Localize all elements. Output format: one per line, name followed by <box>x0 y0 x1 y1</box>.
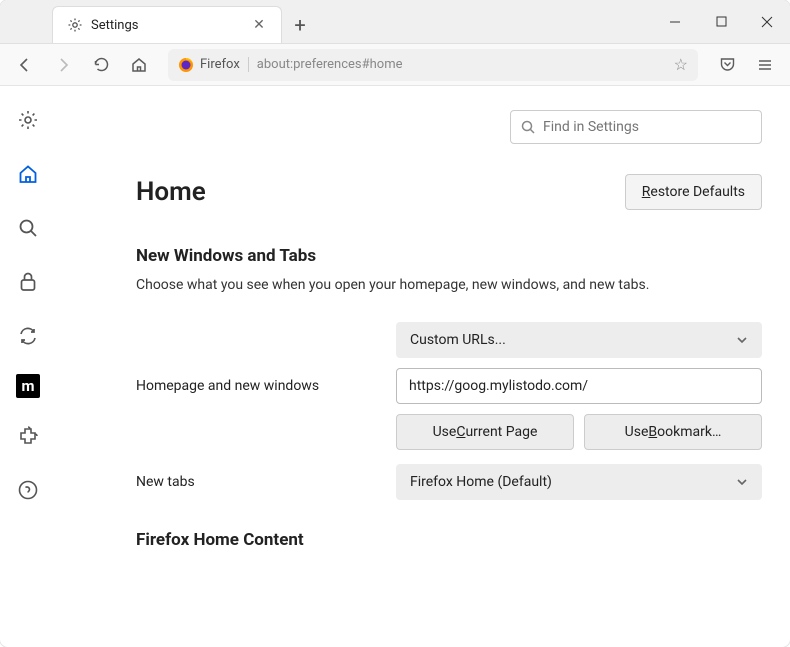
firefox-icon <box>178 57 194 73</box>
browser-tab-settings[interactable]: Settings ✕ <box>52 6 282 43</box>
close-button[interactable] <box>744 3 790 41</box>
sidebar-item-sync[interactable] <box>12 320 44 352</box>
newtabs-label: New tabs <box>136 474 376 490</box>
homepage-mode-value: Custom URLs... <box>410 332 506 348</box>
settings-sidebar: m <box>0 86 56 647</box>
settings-main: Home Restore Defaults New Windows and Ta… <box>56 86 790 647</box>
sidebar-item-general[interactable] <box>12 104 44 136</box>
page-title: Home <box>136 177 206 207</box>
restore-defaults-button[interactable]: Restore Defaults <box>625 174 762 210</box>
settings-search[interactable] <box>510 110 762 144</box>
content-area: m Home Restore Defaults New Windows and … <box>0 86 790 647</box>
close-icon[interactable]: ✕ <box>251 17 267 33</box>
homepage-label: Homepage and new windows <box>136 378 376 394</box>
url-bar[interactable]: Firefox about:preferences#home ☆ <box>168 49 698 81</box>
toolbar: Firefox about:preferences#home ☆ <box>0 44 790 86</box>
maximize-button[interactable] <box>698 3 744 41</box>
newtabs-select[interactable]: Firefox Home (Default) <box>396 464 762 500</box>
browser-window: Settings ✕ + Firefox about:preferences#h… <box>0 0 790 647</box>
forward-button[interactable] <box>46 48 80 82</box>
back-button[interactable] <box>8 48 42 82</box>
sidebar-item-extensions[interactable] <box>12 420 44 452</box>
urlbar-text: about:preferences#home <box>257 57 666 72</box>
section-home-content-title: Firefox Home Content <box>136 530 762 550</box>
urlbar-identity: Firefox <box>178 57 249 73</box>
home-button[interactable] <box>122 48 156 82</box>
newtabs-value: Firefox Home (Default) <box>410 474 552 490</box>
chevron-down-icon <box>736 476 748 488</box>
sidebar-item-privacy[interactable] <box>12 266 44 298</box>
title-bar: Settings ✕ + <box>0 0 790 44</box>
bookmark-star-icon[interactable]: ☆ <box>674 55 688 74</box>
search-icon <box>521 120 535 134</box>
tab-title: Settings <box>91 18 243 33</box>
menu-button[interactable] <box>748 48 782 82</box>
homepage-url-input[interactable] <box>396 368 762 404</box>
gear-icon <box>67 17 83 33</box>
section-new-windows-title: New Windows and Tabs <box>136 246 762 266</box>
sidebar-item-search[interactable] <box>12 212 44 244</box>
settings-search-input[interactable] <box>543 119 751 135</box>
pocket-button[interactable] <box>710 48 744 82</box>
reload-button[interactable] <box>84 48 118 82</box>
sidebar-item-home[interactable] <box>12 158 44 190</box>
sidebar-item-extension-m[interactable]: m <box>16 374 40 398</box>
new-tab-button[interactable]: + <box>282 6 318 43</box>
use-current-page-button[interactable]: Use Current Page <box>396 414 574 450</box>
window-controls <box>652 0 790 43</box>
section-new-windows-desc: Choose what you see when you open your h… <box>136 276 762 296</box>
use-bookmark-button[interactable]: Use Bookmark… <box>584 414 762 450</box>
urlbar-identity-label: Firefox <box>200 57 249 72</box>
sidebar-item-help[interactable] <box>12 474 44 506</box>
minimize-button[interactable] <box>652 3 698 41</box>
chevron-down-icon <box>736 334 748 346</box>
homepage-mode-select[interactable]: Custom URLs... <box>396 322 762 358</box>
